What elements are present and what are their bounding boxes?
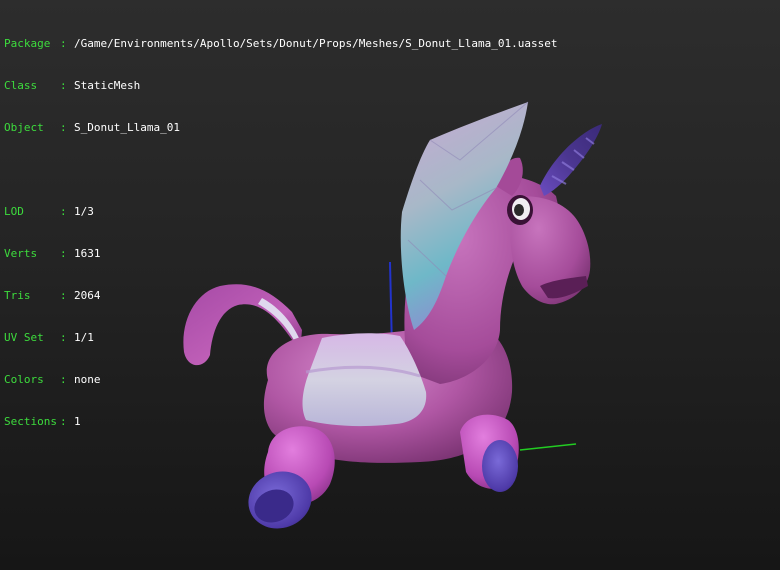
info-row-uvset: UV Set:1/1 bbox=[4, 331, 94, 344]
info-row-colors: Colors: none bbox=[4, 373, 101, 386]
info-row-tris: Tris:2064 bbox=[4, 289, 101, 302]
mesh-info-overlay: Package:/Game/Environments/Apollo/Sets/D… bbox=[4, 9, 557, 457]
info-row-class: Class: StaticMesh bbox=[4, 79, 141, 92]
info-row-object: Object: S_Donut_Llama_01 bbox=[4, 121, 180, 134]
info-row-sections: Sections:1 bbox=[4, 415, 81, 428]
mesh-viewport[interactable]: Package:/Game/Environments/Apollo/Sets/D… bbox=[0, 0, 780, 570]
info-row-verts: Verts:1631 bbox=[4, 247, 101, 260]
info-row-lod: LOD:1/3 bbox=[4, 205, 94, 218]
info-row-package: Package:/Game/Environments/Apollo/Sets/D… bbox=[4, 37, 558, 50]
